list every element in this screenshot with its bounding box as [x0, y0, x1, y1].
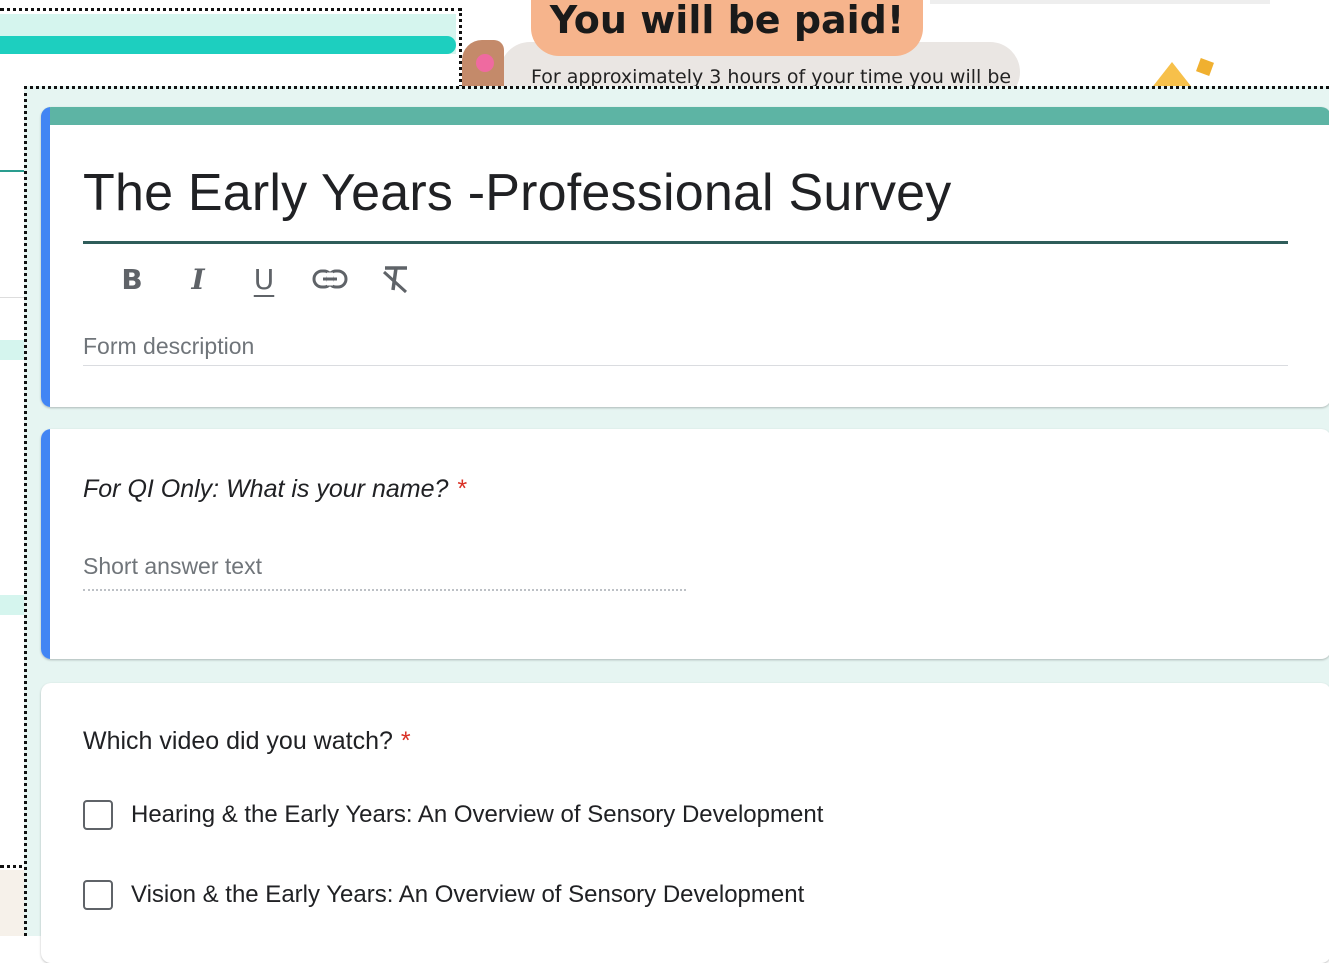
checkbox-option-label[interactable]: Hearing & the Early Years: An Overview o… — [131, 801, 823, 829]
underline-button[interactable]: U — [231, 257, 297, 301]
question-title: For QI Only: What is your name? * — [83, 475, 466, 504]
question-card-video[interactable]: Which video did you watch? * Hearing & th… — [41, 683, 1329, 963]
question-title-text: Which video did you watch? — [83, 727, 393, 755]
bold-button[interactable]: B — [99, 257, 165, 301]
form-header-bar — [41, 107, 1329, 125]
description-underline — [83, 365, 1288, 366]
flower-icon — [476, 54, 494, 72]
short-answer-underline — [83, 589, 686, 591]
question-title-text: For QI Only: What is your name? — [83, 475, 449, 503]
background-left-accent-bar — [0, 36, 456, 54]
question-title: Which video did you watch? * — [83, 727, 411, 756]
link-icon[interactable] — [297, 257, 363, 301]
checkbox-option[interactable]: Vision & the Early Years: An Overview of… — [83, 880, 804, 910]
question-card-name[interactable]: For QI Only: What is your name? * Short a… — [41, 429, 1329, 659]
formatting-toolbar: B I U — [99, 257, 429, 301]
checkbox-option[interactable]: Hearing & the Early Years: An Overview o… — [83, 800, 823, 830]
form-title-card[interactable]: The Early Years -Professional Survey B I… — [41, 107, 1329, 407]
italic-button[interactable]: I — [165, 257, 231, 301]
banner-headline-bubble: You will be paid! — [531, 0, 923, 56]
banner-headline: You will be paid! — [549, 0, 905, 42]
checkbox-option-label[interactable]: Vision & the Early Years: An Overview of… — [131, 881, 804, 909]
form-description-input[interactable]: Form description — [83, 333, 254, 360]
required-asterisk: * — [456, 475, 467, 503]
mascot-illustration — [462, 40, 504, 90]
title-focus-underline — [83, 241, 1288, 244]
checkbox[interactable] — [83, 800, 113, 830]
active-card-indicator — [41, 429, 50, 659]
form-title-input[interactable]: The Early Years -Professional Survey — [83, 163, 952, 223]
form-editor: The Early Years -Professional Survey B I… — [24, 86, 1329, 963]
active-card-indicator — [41, 107, 50, 407]
clear-format-icon[interactable] — [363, 257, 429, 301]
short-answer-field[interactable]: Short answer text — [83, 553, 262, 580]
checkbox[interactable] — [83, 880, 113, 910]
banner-subtext: For approximately 3 hours of your time y… — [531, 66, 1012, 88]
required-asterisk: * — [400, 727, 411, 755]
background-top-strip — [930, 0, 1270, 4]
sparkle-icon — [1196, 58, 1214, 76]
